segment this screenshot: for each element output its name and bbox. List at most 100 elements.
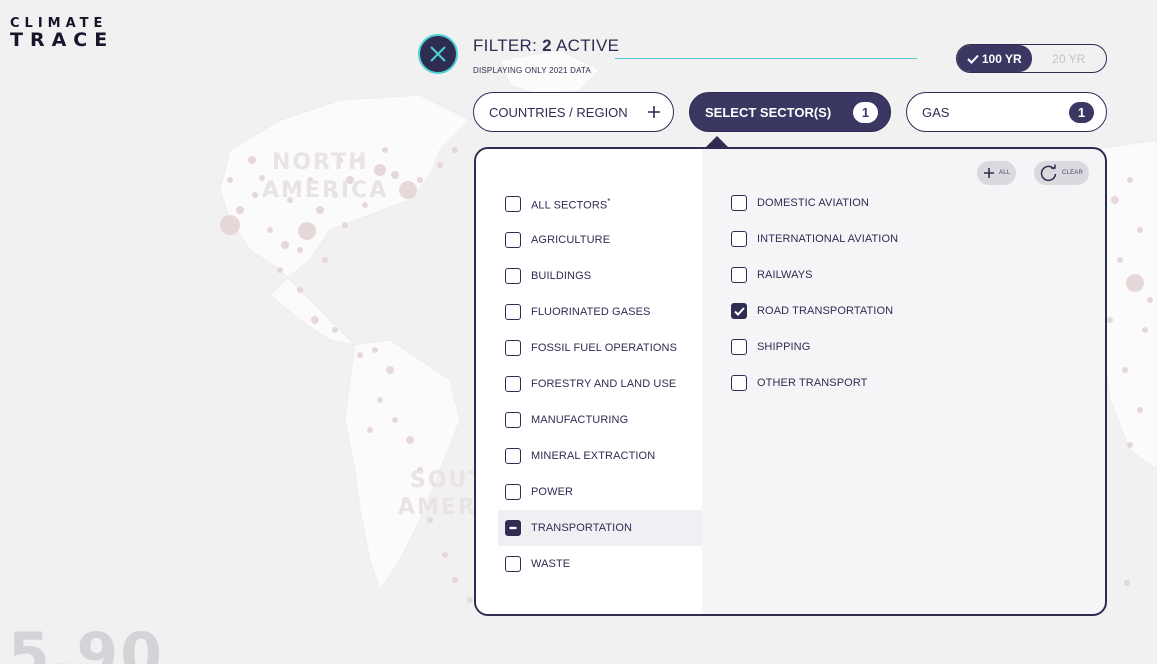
sector-row-agriculture[interactable]: AGRICULTURE xyxy=(505,222,610,258)
checkbox[interactable] xyxy=(505,376,521,392)
subsector-row-shipping[interactable]: SHIPPING xyxy=(731,329,810,365)
emission-source-dot[interactable] xyxy=(252,192,258,198)
emission-source-dot[interactable] xyxy=(1127,177,1133,183)
emission-source-dot[interactable] xyxy=(1124,580,1130,586)
checkbox[interactable] xyxy=(731,231,747,247)
clear-button[interactable]: CLEAR xyxy=(1034,161,1090,185)
sector-dropdown-panel: ALL CLEAR ALL SECTORS* AGRICULTURE BUILD… xyxy=(474,147,1107,616)
checkbox[interactable] xyxy=(731,339,747,355)
check-icon xyxy=(733,306,745,316)
emission-source-dot[interactable] xyxy=(267,227,273,233)
emission-source-dot[interactable] xyxy=(297,287,303,293)
checkbox[interactable] xyxy=(505,412,521,428)
emission-source-dot[interactable] xyxy=(442,552,448,558)
emission-source-dot[interactable] xyxy=(357,352,363,358)
sector-label: AGRICULTURE xyxy=(531,234,611,246)
sector-row-all-sectors[interactable]: ALL SECTORS* xyxy=(505,186,611,222)
emission-source-dot[interactable] xyxy=(372,347,378,353)
emissions-total: 5.90 xyxy=(8,620,165,664)
emission-source-dot[interactable] xyxy=(374,164,386,176)
filter-active-count: 2 xyxy=(542,36,552,55)
emission-source-dot[interactable] xyxy=(452,147,458,153)
emission-source-dot[interactable] xyxy=(467,597,473,603)
checkbox-indeterminate[interactable] xyxy=(505,520,521,536)
emission-source-dot[interactable] xyxy=(332,327,338,333)
emission-source-dot[interactable] xyxy=(399,181,417,199)
emission-source-dot[interactable] xyxy=(377,397,383,403)
gas-button[interactable]: GAS 1 xyxy=(906,92,1107,132)
close-filter-button[interactable] xyxy=(418,34,458,74)
gwp-100yr-option[interactable]: 100 YR xyxy=(957,45,1032,72)
subsector-row-other-transport[interactable]: OTHER TRANSPORT xyxy=(731,365,868,401)
emission-source-dot[interactable] xyxy=(1127,442,1133,448)
emission-source-dot[interactable] xyxy=(382,147,388,153)
sector-row-mineral-extraction[interactable]: MINERAL EXTRACTION xyxy=(505,438,655,474)
emission-source-dot[interactable] xyxy=(297,247,303,253)
checkbox[interactable] xyxy=(505,268,521,284)
subsector-row-road-transportation[interactable]: ROAD TRANSPORTATION xyxy=(731,293,893,329)
emission-source-dot[interactable] xyxy=(298,222,316,240)
emission-source-dot[interactable] xyxy=(392,417,398,423)
checkbox[interactable] xyxy=(505,232,521,248)
subsector-row-domestic-aviation[interactable]: DOMESTIC AVIATION xyxy=(731,185,869,221)
emission-source-dot[interactable] xyxy=(1111,196,1119,204)
emission-source-dot[interactable] xyxy=(342,222,348,228)
checkbox-checked[interactable] xyxy=(731,303,747,319)
emission-source-dot[interactable] xyxy=(1117,257,1123,263)
emission-source-dot[interactable] xyxy=(227,177,233,183)
emission-source-dot[interactable] xyxy=(386,366,394,374)
emission-source-dot[interactable] xyxy=(406,436,414,444)
sector-row-fossil-fuel-operations[interactable]: FOSSIL FUEL OPERATIONS xyxy=(505,330,677,366)
checkbox[interactable] xyxy=(505,304,521,320)
gwp-20yr-option[interactable]: 20 YR xyxy=(1032,45,1107,72)
checkbox[interactable] xyxy=(505,448,521,464)
emission-source-dot[interactable] xyxy=(277,267,283,273)
sector-row-forestry-and-land-use[interactable]: FORESTRY AND LAND USE xyxy=(505,366,676,402)
emission-source-dot[interactable] xyxy=(391,171,399,179)
emission-source-dot[interactable] xyxy=(1126,274,1144,292)
checkbox[interactable] xyxy=(505,556,521,572)
checkbox[interactable] xyxy=(731,195,747,211)
countries-region-button[interactable]: COUNTRIES / REGION xyxy=(473,92,674,132)
subsector-label: INTERNATIONAL AVIATION xyxy=(757,233,899,245)
emission-source-dot[interactable] xyxy=(1137,227,1143,233)
checkbox[interactable] xyxy=(505,340,521,356)
emission-source-dot[interactable] xyxy=(220,215,240,235)
subsector-label: SHIPPING xyxy=(757,341,811,353)
emission-source-dot[interactable] xyxy=(236,206,244,214)
climate-trace-logo[interactable]: CLIMATE TRACE xyxy=(10,17,114,50)
emission-source-dot[interactable] xyxy=(1147,297,1153,303)
subsector-row-railways[interactable]: RAILWAYS xyxy=(731,257,813,293)
checkbox[interactable] xyxy=(731,375,747,391)
filter-title-prefix: FILTER: xyxy=(473,36,538,55)
footnote-marker: * xyxy=(607,196,611,206)
subsector-row-international-aviation[interactable]: INTERNATIONAL AVIATION xyxy=(731,221,898,257)
select-all-button[interactable]: ALL xyxy=(977,161,1017,185)
sector-row-power[interactable]: POWER xyxy=(505,474,573,510)
sector-row-manufacturing[interactable]: MANUFACTURING xyxy=(505,402,628,438)
emission-source-dot[interactable] xyxy=(1107,317,1113,323)
checkbox[interactable] xyxy=(505,484,521,500)
sector-label: MANUFACTURING xyxy=(531,414,629,426)
emission-source-dot[interactable] xyxy=(417,177,423,183)
sector-row-waste[interactable]: WASTE xyxy=(505,546,570,582)
emission-source-dot[interactable] xyxy=(367,427,373,433)
emission-source-dot[interactable] xyxy=(248,156,256,164)
sector-row-transportation[interactable]: TRANSPORTATION xyxy=(498,510,702,546)
emission-source-dot[interactable] xyxy=(452,577,458,583)
sector-label: WASTE xyxy=(531,558,571,570)
checkbox[interactable] xyxy=(731,267,747,283)
emission-source-dot[interactable] xyxy=(322,257,328,263)
sector-row-buildings[interactable]: BUILDINGS xyxy=(505,258,591,294)
emission-source-dot[interactable] xyxy=(1122,367,1128,373)
emission-source-dot[interactable] xyxy=(311,316,319,324)
map-label-america-north: AMERICA xyxy=(262,178,389,203)
checkbox[interactable] xyxy=(505,196,521,212)
emission-source-dot[interactable] xyxy=(437,162,443,168)
emission-source-dot[interactable] xyxy=(316,206,324,214)
emission-source-dot[interactable] xyxy=(1142,327,1148,333)
emission-source-dot[interactable] xyxy=(281,241,289,249)
sector-row-fluorinated-gases[interactable]: FLUORINATED GASES xyxy=(505,294,650,330)
select-sectors-button[interactable]: SELECT SECTOR(S) 1 xyxy=(689,92,891,132)
emission-source-dot[interactable] xyxy=(1137,407,1143,413)
